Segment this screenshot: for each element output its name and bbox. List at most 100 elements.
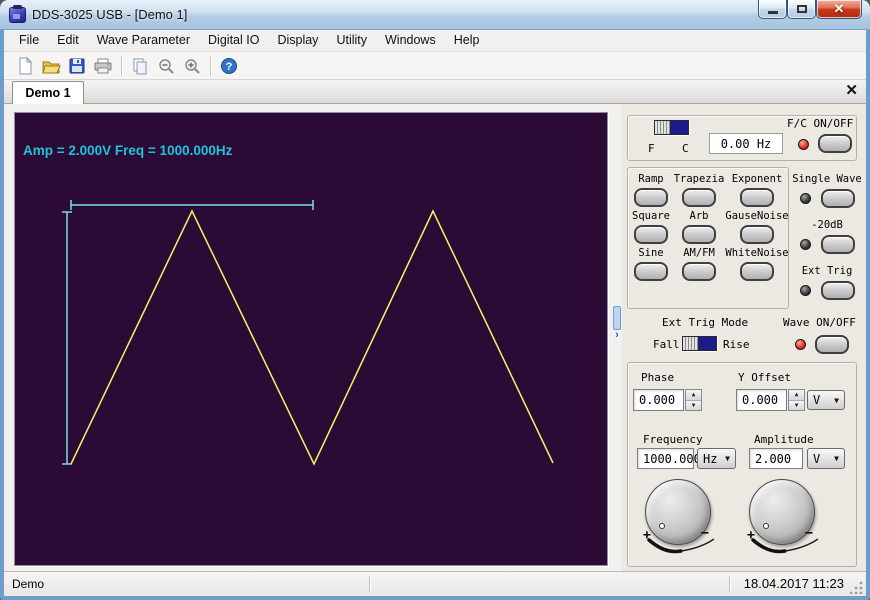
window-title: DDS-3025 USB - [Demo 1] (32, 7, 187, 22)
menu-edit[interactable]: Edit (48, 30, 88, 51)
square-button[interactable] (634, 225, 668, 244)
menu-help[interactable]: Help (445, 30, 489, 51)
trig-mode-slider[interactable] (682, 336, 717, 351)
amfm-label: AM/FM (683, 247, 715, 262)
minus20db-control: -20dB (790, 219, 864, 254)
minus20db-label: -20dB (811, 219, 843, 233)
minus20db-led (800, 239, 811, 250)
zoom-in-icon (183, 57, 201, 75)
phase-input[interactable]: 0.000 (633, 389, 684, 411)
copy-button[interactable] (127, 54, 153, 78)
waveform-display: Amp = 2.000V Freq = 1000.000Hz (14, 112, 608, 566)
tab-demo-1[interactable]: Demo 1 (12, 81, 84, 104)
amplitude-unit-select[interactable]: V ▼ (807, 448, 845, 469)
open-button[interactable] (38, 54, 64, 78)
save-icon (68, 57, 86, 75)
measurement-cursors (62, 200, 313, 464)
zoom-in-button[interactable] (179, 54, 205, 78)
menu-windows[interactable]: Windows (376, 30, 445, 51)
splitter-arrow-icon[interactable]: › (613, 330, 621, 340)
fc-group: F C 0.00 Hz F/C ON/OFF (627, 115, 857, 161)
y-offset-spin-down-icon[interactable]: ▼ (789, 401, 804, 411)
fall-label: Fall (653, 338, 680, 351)
fc-onoff-led (798, 139, 809, 150)
fc-slider[interactable] (654, 120, 689, 135)
y-offset-unit-value: V (813, 393, 820, 407)
status-bar: Demo 18.04.2017 11:23 (4, 571, 866, 596)
fc-c-label: C (682, 142, 689, 155)
amfm-button[interactable] (682, 262, 716, 281)
wave-onoff-button[interactable] (815, 335, 849, 354)
new-button[interactable] (12, 54, 38, 78)
status-text: Demo (4, 577, 44, 591)
gausenoise-label: GauseNoise (725, 210, 788, 225)
menu-file[interactable]: File (10, 30, 48, 51)
frequency-unit-value: Hz (703, 452, 717, 466)
frequency-unit-select[interactable]: Hz ▼ (697, 448, 736, 469)
y-offset-spin-up-icon[interactable]: ▲ (789, 390, 804, 401)
tab-strip: Demo 1 ✕ (4, 80, 866, 104)
new-icon (16, 57, 34, 75)
ramp-label: Ramp (638, 173, 663, 188)
single-wave-label: Single Wave (792, 173, 862, 187)
splitter-handle[interactable] (613, 306, 621, 330)
tab-close-icon[interactable]: ✕ (845, 82, 858, 100)
trig-mode-slider-thumb[interactable] (683, 337, 699, 350)
single-wave-led (800, 193, 811, 204)
menu-wave-parameter[interactable]: Wave Parameter (88, 30, 199, 51)
ramp-button[interactable] (634, 188, 668, 207)
fc-onoff-label: F/C ON/OFF (787, 117, 853, 130)
ext-trig-label: Ext Trig (802, 265, 853, 279)
exponent-button[interactable] (740, 188, 774, 207)
fc-onoff-button[interactable] (818, 134, 852, 153)
status-datetime: 18.04.2017 11:23 (744, 576, 844, 591)
menu-utility[interactable]: Utility (327, 30, 376, 51)
arb-label: Arb (690, 210, 709, 225)
help-button[interactable]: ? (216, 54, 242, 78)
phase-spin-down-icon[interactable]: ▼ (686, 401, 701, 411)
menu-digital-io[interactable]: Digital IO (199, 30, 268, 51)
fc-readout: 0.00 Hz (709, 133, 783, 154)
document-area: Amp = 2.000V Freq = 1000.000Hz › (4, 104, 622, 571)
scope-readout: Amp = 2.000V Freq = 1000.000Hz (23, 143, 233, 158)
ext-trig-led (800, 285, 811, 296)
minus20db-button[interactable] (821, 235, 855, 254)
single-wave-button[interactable] (821, 189, 855, 208)
frequency-knob[interactable]: + − (641, 477, 721, 557)
whitenoise-label: WhiteNoise (725, 247, 788, 262)
wave-type-group: Ramp Trapezia Exponent Square Arb GauseN… (627, 167, 789, 309)
y-offset-input[interactable]: 0.000 (736, 389, 787, 411)
close-button[interactable]: ✕ (816, 0, 862, 19)
minimize-button[interactable] (758, 0, 787, 19)
phase-spin-up-icon[interactable]: ▲ (686, 390, 701, 401)
y-offset-unit-select[interactable]: V ▼ (807, 390, 845, 410)
rise-label: Rise (723, 338, 750, 351)
amplitude-input[interactable]: 2.000 (749, 448, 803, 469)
arb-button[interactable] (682, 225, 716, 244)
ext-trig-mode-label: Ext Trig Mode (662, 316, 748, 329)
sine-button[interactable] (634, 262, 668, 281)
frequency-input[interactable]: 1000.000 (637, 448, 694, 469)
waveform-polyline (71, 211, 553, 464)
maximize-icon (797, 5, 807, 13)
ext-trig-button[interactable] (821, 281, 855, 300)
maximize-button[interactable] (787, 0, 816, 19)
single-wave-control: Single Wave (790, 173, 864, 208)
whitenoise-button[interactable] (740, 262, 774, 281)
gausenoise-button[interactable] (740, 225, 774, 244)
resize-grip[interactable] (850, 580, 864, 594)
print-button[interactable] (90, 54, 116, 78)
fc-slider-thumb[interactable] (655, 121, 671, 134)
amplitude-knob[interactable]: + − (745, 477, 825, 557)
zoom-out-button[interactable] (153, 54, 179, 78)
menu-display[interactable]: Display (268, 30, 327, 51)
frequency-label: Frequency (643, 433, 703, 446)
svg-text:?: ? (226, 61, 233, 73)
print-icon (93, 57, 113, 75)
ext-trig-control: Ext Trig (790, 265, 864, 300)
amplitude-knob-indicator (763, 523, 769, 529)
save-button[interactable] (64, 54, 90, 78)
y-offset-spinner[interactable]: ▲ ▼ (788, 389, 805, 411)
trapezia-button[interactable] (682, 188, 716, 207)
phase-spinner[interactable]: ▲ ▼ (685, 389, 702, 411)
